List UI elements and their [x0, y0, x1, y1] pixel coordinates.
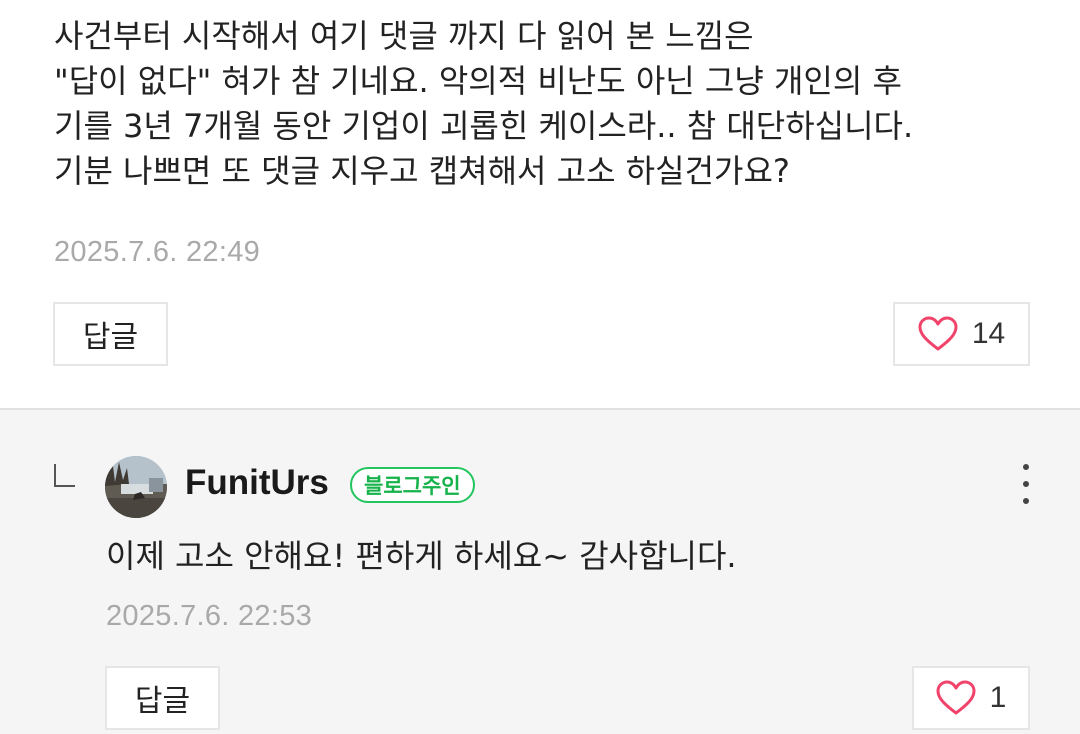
heart-icon	[918, 316, 958, 352]
more-vertical-icon[interactable]	[1012, 464, 1040, 504]
like-count: 14	[971, 317, 1006, 350]
more-dot	[1023, 464, 1029, 470]
comment-text-line: 사건부터 시작해서 여기 댓글 까지 다 읽어 본 느낌은	[54, 17, 754, 55]
comment-text-line: 기를 3년 7개월 동안 기업이 괴롭힌 케이스라.. 참 대단하십니다.	[54, 107, 914, 145]
reply-button[interactable]: 답글	[53, 302, 168, 366]
reply-text: 이제 고소 안해요! 편하게 하세요~ 감사합니다.	[106, 537, 737, 575]
comment-text-line: 기분 나쁘면 또 댓글 지우고 캡쳐해서 고소 하실건가요?	[54, 152, 790, 190]
comment-timestamp: 2025.7.6. 22:49	[54, 236, 261, 268]
comment-text: 사건부터 시작해서 여기 댓글 까지 다 읽어 본 느낌은 "답이 없다" 혀가…	[54, 14, 1044, 194]
more-dot	[1023, 481, 1029, 487]
like-count: 1	[989, 681, 1007, 714]
reply-button[interactable]: 답글	[105, 666, 220, 730]
heart-icon	[936, 680, 976, 716]
comment: 사건부터 시작해서 여기 댓글 까지 다 읽어 본 느낌은 "답이 없다" 혀가…	[0, 0, 1080, 408]
avatar[interactable]	[105, 456, 167, 518]
comment-text-line: "답이 없다" 혀가 참 기네요. 악의적 비난도 아닌 그냥 개인의 후	[54, 62, 902, 100]
reply-timestamp: 2025.7.6. 22:53	[106, 600, 313, 632]
blog-owner-badge: 블로그주인	[350, 467, 475, 503]
more-dot	[1023, 498, 1029, 504]
reply-arrow-icon	[53, 464, 75, 488]
reply-comment: FunitUrs 블로그주인 이제 고소 안해요! 편하게 하세요~ 감사합니다…	[0, 408, 1080, 734]
like-button[interactable]: 1	[912, 666, 1030, 730]
like-button[interactable]: 14	[893, 302, 1030, 366]
author-name[interactable]: FunitUrs	[185, 463, 329, 503]
